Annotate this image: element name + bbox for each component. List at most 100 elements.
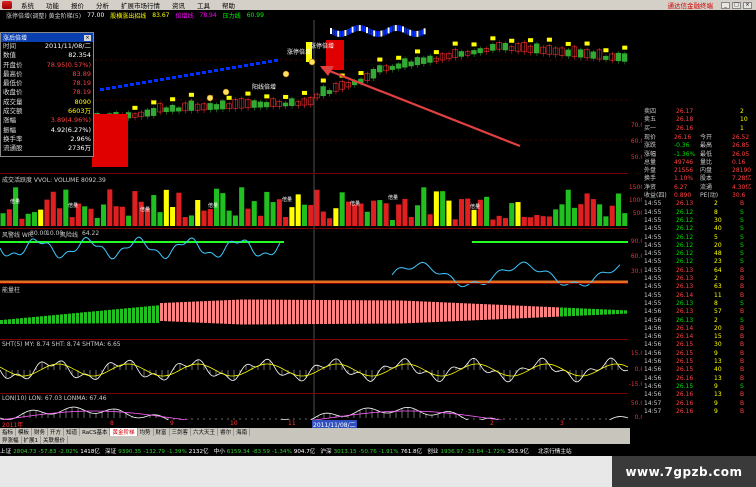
quote-field-value: 6.27 xyxy=(674,183,688,191)
tick-side: B xyxy=(740,283,745,291)
indicator-tab[interactable]: 海南 xyxy=(234,428,251,436)
indicator-tab[interactable]: 三剑客 xyxy=(170,428,192,436)
band-mark xyxy=(178,75,182,78)
chart-area[interactable]: 涨停倍增 涨停倍增 阳线倍增 成交活跃度 VVOL: VOLUME 8092.3… xyxy=(0,20,648,421)
step-marker xyxy=(433,50,439,55)
index-chg: -57.83 xyxy=(38,449,57,455)
menu-item-function[interactable]: 功能 xyxy=(40,0,65,10)
indicator-tab[interactable]: 黄金阶梯 xyxy=(110,428,138,436)
energy-bar xyxy=(508,305,511,319)
volume-bar xyxy=(170,207,176,226)
close-button[interactable]: × xyxy=(743,1,752,9)
volume-bar xyxy=(389,219,395,226)
volume-bar xyxy=(270,202,276,226)
chart-canvas[interactable] xyxy=(0,20,628,420)
volume-bar xyxy=(433,191,439,226)
energy-bar xyxy=(352,300,355,324)
tick-volume: 30 xyxy=(714,216,722,224)
indicator-tab[interactable]: RaCS基本 xyxy=(80,428,111,436)
candle-body xyxy=(376,65,383,73)
index-status-item[interactable]: 创业 1936.97 -33.84 -1.72% 363.9亿 xyxy=(427,447,531,455)
band-mark xyxy=(106,87,110,90)
band-mark xyxy=(409,29,412,36)
energy-panel-label: 能量柱 xyxy=(2,287,21,294)
volume-bar xyxy=(182,217,188,226)
panel-divider xyxy=(0,283,628,284)
data-window-popup[interactable]: 涨后倍增 × 时间 2011/11/08/二 数值 82.354 开盘价 78.95(0.… xyxy=(0,32,94,157)
band-mark xyxy=(361,25,364,32)
energy-bar xyxy=(488,304,491,320)
volume-bar xyxy=(301,204,308,226)
energy-bar xyxy=(276,299,279,325)
volume-bar xyxy=(57,208,63,226)
app-notice: 通达信金融终端 xyxy=(667,2,714,10)
step-marker xyxy=(528,38,534,43)
candle-body xyxy=(477,48,483,54)
tick-row: 14:56 26.13 2 S xyxy=(644,317,756,325)
band-mark xyxy=(130,83,134,86)
band-mark xyxy=(394,25,397,32)
energy-bar xyxy=(292,299,295,325)
menu-item-tools[interactable]: 工具 xyxy=(191,0,216,10)
menu-item-help[interactable]: 帮助 xyxy=(216,0,241,10)
energy-bar xyxy=(608,309,611,315)
band-mark xyxy=(208,70,212,73)
indicator-tab[interactable]: 知道 xyxy=(64,428,81,436)
candle-body xyxy=(282,102,289,107)
volume-annotation: 倍量 xyxy=(350,201,361,207)
indicator-tab[interactable]: 睿尔 xyxy=(218,428,235,436)
tick-time: 14:55 xyxy=(644,266,662,274)
indicator-name: 倍增线 xyxy=(175,12,194,20)
indicator-tab[interactable]: 扩展1 xyxy=(22,436,42,444)
band-mark xyxy=(387,27,390,34)
maximize-button[interactable]: □ xyxy=(732,1,741,9)
energy-bar xyxy=(328,300,331,324)
tick-volume: 13 xyxy=(714,358,722,365)
menu-item-quote[interactable]: 报价 xyxy=(65,0,90,10)
index-pct: -1.72% xyxy=(485,449,506,455)
indicator-tab[interactable]: 财富 xyxy=(154,428,170,436)
tick-price: 26.16 xyxy=(676,391,694,399)
volume-bar xyxy=(257,215,264,226)
order-level-volume: 10 xyxy=(740,116,748,124)
energy-bar xyxy=(368,300,371,324)
indicator-tab[interactable]: 财务 xyxy=(32,428,49,436)
minimize-button[interactable]: _ xyxy=(721,1,730,9)
indicator-tab[interactable]: 开方 xyxy=(48,428,65,436)
tick-price: 26.12 xyxy=(676,241,694,249)
band-mark xyxy=(262,61,266,64)
candle-body xyxy=(326,90,333,94)
volume-bar xyxy=(458,199,465,226)
tick-side: B xyxy=(740,349,745,357)
indicator-info-bar: 涨停倍增(调整) 黄金阶梯(5) 77.00 股横涨出招线 83.67 倍增线 … xyxy=(0,10,428,20)
quote-field-value: 0.890 xyxy=(674,192,692,199)
indicator-tab[interactable]: 异涨幅 xyxy=(0,436,22,444)
indicator-tab[interactable]: 关联报价 xyxy=(41,436,69,444)
menu-item-system[interactable]: 系统 xyxy=(15,0,40,10)
index-status-item[interactable]: 中小 6159.34 -83.59 -1.34% 904.7亿 xyxy=(214,447,318,455)
volume-bar xyxy=(232,215,238,226)
indicator-tab[interactable]: 指标 xyxy=(0,428,17,436)
indicator-tab[interactable]: 均势 xyxy=(138,428,154,436)
band-mark xyxy=(368,28,371,35)
energy-bar xyxy=(164,302,167,322)
index-status-item[interactable]: 深证 9390.35 -132.79 -1.39% 2132亿 xyxy=(105,447,211,455)
index-status-item[interactable]: 上证 2804.73 -57.83 -2.02% 1418亿 xyxy=(0,447,102,455)
indicator-tab[interactable]: 模板 xyxy=(16,428,33,436)
indicator-tab[interactable]: 六大天王 xyxy=(191,428,219,436)
menu-item-analysis[interactable]: 分析 xyxy=(90,0,115,10)
energy-bar xyxy=(408,300,411,324)
step-marker xyxy=(132,105,138,110)
tick-volume: 20 xyxy=(714,324,722,332)
tick-volume: 13 xyxy=(714,391,722,399)
menu-item-news[interactable]: 资讯 xyxy=(166,0,191,10)
index-status-item[interactable]: 沪深 3013.15 -50.76 -1.91% 761.8亿 xyxy=(320,447,424,455)
popup-close-button[interactable]: × xyxy=(84,34,91,41)
energy-bar xyxy=(396,300,399,324)
menu-item-extended-market[interactable]: 扩展市场行情 xyxy=(115,0,166,10)
volume-bar xyxy=(100,204,107,226)
energy-bar xyxy=(264,299,267,325)
energy-bar xyxy=(16,318,19,324)
wr-line xyxy=(0,236,281,260)
popup-row-key: 成交额 xyxy=(3,107,23,116)
